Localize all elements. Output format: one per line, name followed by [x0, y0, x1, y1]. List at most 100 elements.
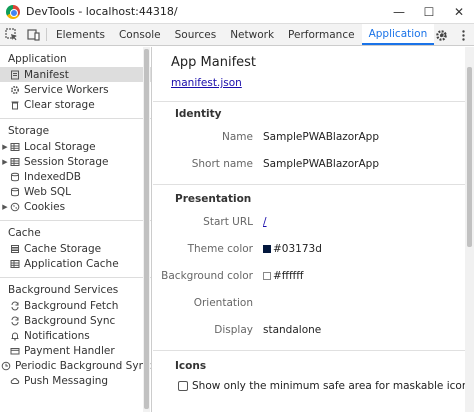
- device-toolbar-button[interactable]: [22, 24, 44, 45]
- theme-color-value: #03173d: [263, 243, 322, 255]
- start-url-link[interactable]: /: [263, 216, 267, 228]
- sidebar-item-notifications[interactable]: Notifications: [0, 328, 151, 343]
- sidebar-item-label: Application Cache: [24, 257, 119, 270]
- sidebar-item-label: Manifest: [24, 68, 69, 81]
- maximize-button[interactable]: ☐: [414, 0, 444, 24]
- tab-sources[interactable]: Sources: [168, 24, 224, 45]
- sidebar-item-periodic-background-sync[interactable]: Periodic Background Sync: [0, 358, 151, 373]
- sidebar-item-label: IndexedDB: [24, 170, 81, 183]
- sidebar-item-label: Cache Storage: [24, 242, 102, 255]
- tab-network[interactable]: Network: [223, 24, 281, 45]
- expand-arrow-icon[interactable]: ▶: [0, 158, 10, 166]
- background-color-value: #ffffff: [263, 270, 304, 282]
- sidebar-item-local-storage[interactable]: ▶ Local Storage: [0, 139, 151, 154]
- chrome-icon: [6, 4, 20, 19]
- clock-icon: [1, 361, 11, 371]
- short-name-label: Short name: [191, 158, 253, 170]
- main-scrollbar[interactable]: [465, 47, 474, 412]
- section-divider: [153, 101, 465, 102]
- sidebar-item-background-sync[interactable]: Background Sync: [0, 313, 151, 328]
- gear-icon: [435, 29, 447, 41]
- tab-application[interactable]: Application: [361, 24, 435, 45]
- manifest-link[interactable]: manifest.json: [171, 77, 242, 89]
- grid-icon: [10, 142, 20, 152]
- sidebar-item-push-messaging[interactable]: Push Messaging: [0, 373, 151, 388]
- sidebar-item-indexeddb[interactable]: IndexedDB: [0, 169, 151, 184]
- sidebar-item-label: Clear storage: [24, 98, 95, 111]
- toolbar-right-tools: [430, 24, 474, 46]
- grid-icon: [10, 259, 20, 269]
- sidebar-item-label: Payment Handler: [24, 344, 115, 357]
- tab-performance[interactable]: Performance: [281, 24, 362, 45]
- sidebar-item-label: Notifications: [24, 329, 90, 342]
- sidebar-item-label: Session Storage: [24, 155, 109, 168]
- sidebar-item-label: Push Messaging: [24, 374, 109, 387]
- trash-icon: [10, 100, 20, 110]
- customize-menu-button[interactable]: [452, 24, 474, 46]
- cookie-icon: [10, 202, 20, 212]
- stack-icon: [10, 244, 20, 254]
- sidebar-scrollbar-thumb[interactable]: [144, 49, 149, 409]
- sidebar-item-clear-storage[interactable]: Clear storage: [0, 97, 151, 112]
- settings-button[interactable]: [430, 24, 452, 46]
- window-titlebar: DevTools - localhost:44318/ — ☐ ✕: [0, 0, 474, 24]
- window-title: DevTools - localhost:44318/: [26, 5, 178, 18]
- devtools-toolbar: Elements Console Sources Network Perform…: [0, 24, 474, 46]
- sidebar-item-background-fetch[interactable]: Background Fetch: [0, 298, 151, 313]
- name-label: Name: [222, 131, 253, 143]
- expand-arrow-icon[interactable]: ▶: [0, 203, 10, 211]
- device-toggle-icon: [26, 29, 40, 41]
- orientation-label: Orientation: [193, 297, 253, 309]
- expand-arrow-icon[interactable]: ▶: [0, 143, 10, 151]
- background-color-swatch: [263, 272, 271, 280]
- maskable-icons-option[interactable]: Show only the minimum safe area for mask…: [178, 380, 474, 392]
- kebab-menu-icon: [461, 29, 465, 41]
- sidebar-item-service-workers[interactable]: Service Workers: [0, 82, 151, 97]
- short-name-value: SamplePWABlazorApp: [263, 158, 380, 170]
- tab-console[interactable]: Console: [112, 24, 168, 45]
- database-icon: [10, 187, 20, 197]
- sync-arrows-icon: [10, 301, 20, 311]
- sync-arrows-icon: [10, 316, 20, 326]
- sidebar-item-label: Local Storage: [24, 140, 96, 153]
- name-value: SamplePWABlazorApp: [263, 131, 380, 143]
- display-label: Display: [214, 324, 253, 336]
- toolbar-divider: [46, 28, 47, 41]
- maskable-icons-label: Show only the minimum safe area for mask…: [192, 380, 474, 392]
- theme-color-swatch: [263, 245, 271, 253]
- start-url-label: Start URL: [203, 216, 253, 228]
- sidebar-section-storage: Storage: [8, 125, 50, 137]
- main-scrollbar-thumb[interactable]: [467, 67, 472, 247]
- sidebar-item-application-cache[interactable]: Application Cache: [0, 256, 151, 271]
- inspect-element-button[interactable]: [0, 24, 22, 45]
- page-title: App Manifest: [171, 55, 257, 70]
- sidebar-item-manifest[interactable]: Manifest: [0, 67, 151, 82]
- theme-color-label: Theme color: [187, 243, 253, 255]
- tab-elements[interactable]: Elements: [49, 24, 112, 45]
- manifest-icon: [10, 70, 20, 80]
- grid-icon: [10, 157, 20, 167]
- cloud-icon: [10, 376, 20, 386]
- manifest-panel: App Manifest manifest.json Identity Name…: [153, 47, 474, 412]
- sidebar-item-label: Periodic Background Sync: [14, 359, 151, 372]
- sidebar-item-cache-storage[interactable]: Cache Storage: [0, 241, 151, 256]
- sidebar-item-web-sql[interactable]: Web SQL: [0, 184, 151, 199]
- application-sidebar: Application Manifest Service Workers Cle…: [0, 47, 152, 412]
- background-color-text: #ffffff: [273, 270, 304, 282]
- sidebar-item-label: Background Sync: [24, 314, 116, 327]
- sidebar-scrollbar[interactable]: [143, 47, 150, 412]
- close-button[interactable]: ✕: [444, 0, 474, 24]
- sidebar-item-session-storage[interactable]: ▶ Session Storage: [0, 154, 151, 169]
- window-controls: — ☐ ✕: [384, 0, 474, 24]
- background-color-label: Background color: [161, 270, 253, 282]
- sidebar-section-background-services: Background Services: [8, 284, 119, 296]
- minimize-button[interactable]: —: [384, 0, 414, 24]
- display-value: standalone: [263, 324, 322, 336]
- card-icon: [10, 346, 20, 356]
- sidebar-item-payment-handler[interactable]: Payment Handler: [0, 343, 151, 358]
- sidebar-item-cookies[interactable]: ▶ Cookies: [0, 199, 151, 214]
- maskable-icons-checkbox[interactable]: [178, 381, 188, 391]
- gear-icon: [10, 85, 20, 95]
- sidebar-section-application: Application: [8, 53, 67, 65]
- theme-color-text: #03173d: [273, 243, 322, 255]
